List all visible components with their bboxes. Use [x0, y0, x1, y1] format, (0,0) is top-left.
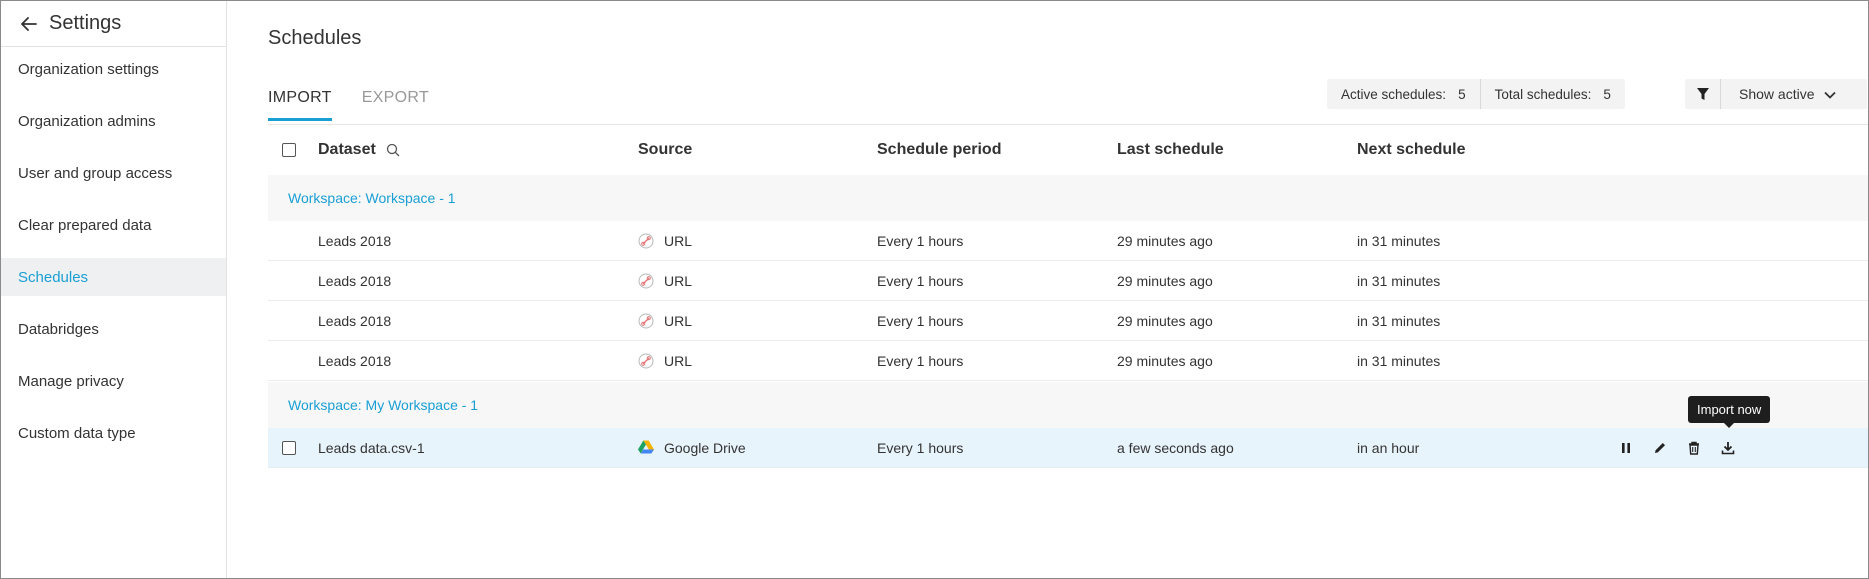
google-drive-icon [638, 440, 654, 456]
pause-icon[interactable] [1617, 439, 1635, 457]
sidebar-title: Settings [49, 12, 122, 34]
row-checkbox[interactable] [282, 440, 296, 455]
active-schedules-count: 5 [1458, 86, 1466, 102]
arrow-left-icon[interactable] [19, 14, 39, 34]
total-schedules-stat: Total schedules: 5 [1479, 79, 1625, 109]
chevron-down-icon [1824, 86, 1837, 102]
sidebar-item-user-group-access[interactable]: User and group access [1, 154, 226, 192]
table-row[interactable]: Leads data.csv-1 Google Drive Every 1 ho… [268, 428, 1868, 468]
row-last-schedule: 29 minutes ago [1117, 312, 1213, 329]
row-last-schedule: a few seconds ago [1117, 439, 1234, 456]
import-now-tooltip: Import now [1688, 396, 1771, 428]
sidebar-item-clear-prepared-data[interactable]: Clear prepared data [1, 206, 226, 244]
pencil-icon[interactable] [1651, 439, 1669, 457]
sidebar-item-schedules[interactable]: Schedules [1, 258, 226, 296]
download-icon[interactable] [1719, 439, 1737, 457]
row-dataset: Leads 2018 [318, 272, 392, 289]
row-last-schedule: 29 minutes ago [1117, 232, 1213, 249]
row-period: Every 1 hours [877, 352, 964, 369]
row-dataset: Leads 2018 [318, 232, 392, 249]
row-actions [1617, 439, 1753, 457]
row-source: URL [638, 313, 692, 329]
active-schedules-stat: Active schedules: 5 [1327, 79, 1480, 109]
row-next-schedule: in 31 minutes [1357, 352, 1441, 369]
show-active-label: Show active [1739, 86, 1815, 102]
row-source-label: Google Drive [664, 439, 746, 456]
table-header: Dataset Source Schedule period Last sche… [268, 125, 1868, 175]
row-source-label: URL [664, 352, 693, 369]
funnel-icon[interactable] [1685, 79, 1721, 109]
table-row[interactable]: Leads 2018 URL Every 1 hours 29 minutes … [268, 221, 1868, 261]
row-source-label: URL [664, 312, 693, 329]
dataset-header-label: Dataset [318, 141, 376, 158]
group-header-my-workspace-1[interactable]: Workspace: My Workspace - 1 [268, 382, 1868, 428]
total-schedules-label: Total schedules: [1494, 86, 1592, 102]
sidebar-header: Settings [1, 1, 226, 47]
row-source: Google Drive [638, 440, 746, 456]
row-source-label: URL [664, 272, 693, 289]
settings-sidebar: Settings Organization settings Organizat… [1, 1, 227, 578]
row-last-schedule: 29 minutes ago [1117, 352, 1213, 369]
source-column-header: Source [638, 141, 693, 158]
row-dataset: Leads 2018 [318, 352, 392, 369]
row-next-schedule: in 31 minutes [1357, 312, 1441, 329]
last-schedule-column-header: Last schedule [1117, 141, 1224, 158]
url-link-icon [638, 313, 654, 329]
sidebar-item-organization-admins[interactable]: Organization admins [1, 102, 226, 140]
period-column-header: Schedule period [877, 141, 1002, 158]
filter-control: Show active [1685, 79, 1867, 109]
row-period: Every 1 hours [877, 312, 964, 329]
row-next-schedule: in 31 minutes [1357, 232, 1441, 249]
url-link-icon [638, 273, 654, 289]
row-source: URL [638, 353, 692, 369]
row-source-label: URL [664, 232, 693, 249]
tab-bar: IMPORT EXPORT [268, 85, 459, 121]
sidebar-item-databridges[interactable]: Databridges [1, 310, 226, 348]
select-all-checkbox[interactable] [282, 143, 296, 157]
trash-icon[interactable] [1685, 439, 1703, 457]
row-source: URL [638, 273, 692, 289]
row-source: URL [638, 233, 692, 249]
show-active-dropdown[interactable]: Show active [1721, 86, 1837, 102]
row-last-schedule: 29 minutes ago [1117, 272, 1213, 289]
table-row[interactable]: Leads 2018 URL Every 1 hours 29 minutes … [268, 301, 1868, 341]
tab-import[interactable]: IMPORT [268, 85, 332, 121]
row-next-schedule: in 31 minutes [1357, 272, 1441, 289]
sidebar-item-manage-privacy[interactable]: Manage privacy [1, 362, 226, 400]
tab-export[interactable]: EXPORT [362, 85, 429, 121]
sidebar-item-organization-settings[interactable]: Organization settings [1, 50, 226, 88]
active-schedules-label: Active schedules: [1341, 86, 1447, 102]
total-schedules-count: 5 [1603, 86, 1611, 102]
row-period: Every 1 hours [877, 272, 964, 289]
page-title: Schedules [268, 27, 362, 49]
url-link-icon [638, 233, 654, 249]
row-next-schedule: in an hour [1357, 439, 1420, 456]
row-period: Every 1 hours [877, 232, 964, 249]
url-link-icon [638, 353, 654, 369]
row-period: Every 1 hours [877, 439, 964, 456]
group-header-workspace-1[interactable]: Workspace: Workspace - 1 [268, 175, 1868, 221]
sidebar-item-custom-data-type[interactable]: Custom data type [1, 414, 226, 452]
sidebar-menu: Organization settings Organization admin… [1, 47, 226, 452]
schedule-stats: Active schedules: 5 Total schedules: 5 [1327, 79, 1625, 109]
row-dataset: Leads 2018 [318, 312, 392, 329]
row-dataset: Leads data.csv-1 [318, 439, 425, 456]
table-row[interactable]: Leads 2018 URL Every 1 hours 29 minutes … [268, 341, 1868, 381]
table-row[interactable]: Leads 2018 URL Every 1 hours 29 minutes … [268, 261, 1868, 301]
schedules-main: Schedules IMPORT EXPORT Active schedules… [228, 1, 1868, 578]
dataset-column-header[interactable]: Dataset [318, 141, 400, 159]
next-schedule-column-header: Next schedule [1357, 141, 1466, 158]
search-icon[interactable] [386, 143, 400, 157]
